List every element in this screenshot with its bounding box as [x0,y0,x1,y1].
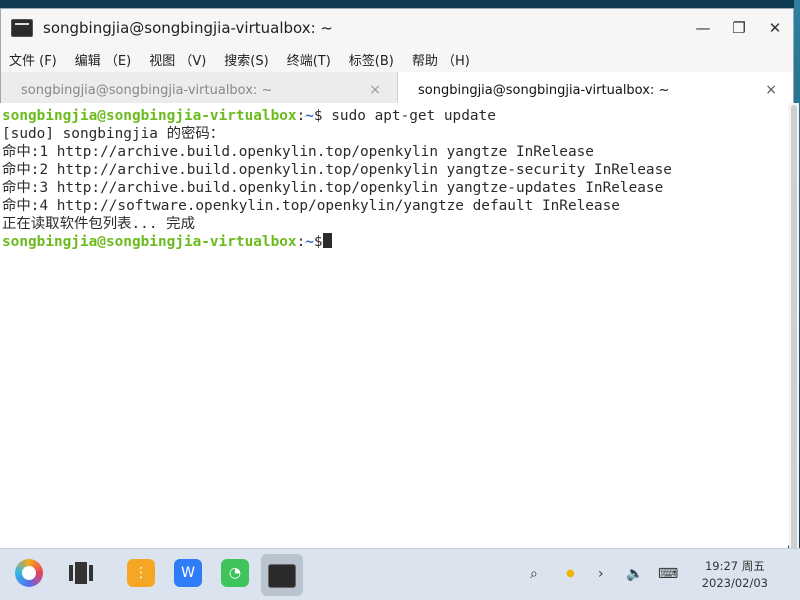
clock[interactable]: 19:27 周五 2023/02/03 [702,558,768,592]
tab-label: songbingjia@songbingjia-virtualbox: ~ [418,82,670,98]
prompt-separator: : [296,234,306,250]
terminal-output[interactable]: songbingjia@songbingjia-virtualbox:~$ su… [0,103,788,600]
prompt-path: ~ [305,234,314,250]
wps-icon[interactable]: W [174,559,202,587]
keyboard-icon[interactable]: ⌨ [658,566,678,582]
tab-label: songbingjia@songbingjia-virtualbox: ~ [21,82,273,98]
minimize-button[interactable]: — [685,9,721,46]
prompt-symbol: $ [313,234,323,250]
output-line: [sudo] songbingjia 的密码： [2,126,225,142]
taskbar: ⋮ W ◔ ⌕ ● › 🔈 ⌨ 19:27 周五 2023/02/03 [0,548,800,600]
output-line: 正在读取软件包列表... 完成 [2,216,195,232]
menu-view[interactable]: 视图 （V) [149,50,206,69]
file-manager-icon[interactable]: ⋮ [127,559,155,587]
text-cursor [322,233,332,248]
menu-help[interactable]: 帮助 （H) [412,50,470,69]
output-line: 命中:3 http://archive.build.openkylin.top/… [2,180,664,196]
command-text: sudo apt-get update [322,108,496,124]
notification-icon[interactable]: ● [566,568,575,579]
restore-button[interactable]: ❐ [721,9,757,46]
search-icon[interactable]: ⌕ [530,566,538,582]
volume-icon[interactable]: 🔈 [626,566,643,582]
window-title: songbingjia@songbingjia-virtualbox: ~ [43,18,334,37]
wechat-icon[interactable]: ◔ [221,559,249,587]
output-line: 命中:1 http://archive.build.openkylin.top/… [2,144,594,160]
prompt-user-host: songbingjia@songbingjia-virtualbox [2,234,297,250]
menu-edit[interactable]: 编辑 （E) [75,50,131,69]
start-menu-icon[interactable] [15,559,43,587]
scrollbar-thumb[interactable] [791,105,797,598]
title-bar[interactable]: songbingjia@songbingjia-virtualbox: ~ — … [1,9,793,46]
multitask-view-icon[interactable] [67,559,95,587]
prompt-user-host: songbingjia@songbingjia-virtualbox [2,108,297,124]
tab-close-icon[interactable]: × [369,82,381,98]
menu-tabs[interactable]: 标签(B) [349,50,394,69]
menu-bar: 文件 (F) 编辑 （E) 视图 （V) 搜索(S) 终端(T) 标签(B) 帮… [1,46,793,72]
clock-date: 2023/02/03 [701,576,768,590]
current-prompt-line: songbingjia@songbingjia-virtualbox:~$ [2,233,788,251]
menu-terminal[interactable]: 终端(T) [287,50,331,69]
terminal-icon[interactable] [268,564,296,588]
window-controls: — ❐ ✕ [685,9,793,46]
terminal-scrollbar[interactable] [789,103,799,600]
command-line: songbingjia@songbingjia-virtualbox:~$ su… [2,107,788,125]
terminal-app-icon [11,18,33,37]
output-line: 命中:2 http://archive.build.openkylin.top/… [2,162,672,178]
output-line: 命中:4 http://software.openkylin.top/openk… [2,198,620,214]
close-button[interactable]: ✕ [757,9,793,46]
prompt-symbol: $ [313,108,323,124]
prompt-separator: : [296,108,306,124]
prompt-path: ~ [305,108,314,124]
tab-close-icon[interactable]: × [765,82,777,98]
clock-time: 19:27 周五 [704,559,765,573]
menu-file[interactable]: 文件 (F) [9,50,57,69]
expand-tray-icon[interactable]: › [598,566,604,582]
menu-search[interactable]: 搜索(S) [224,50,268,69]
